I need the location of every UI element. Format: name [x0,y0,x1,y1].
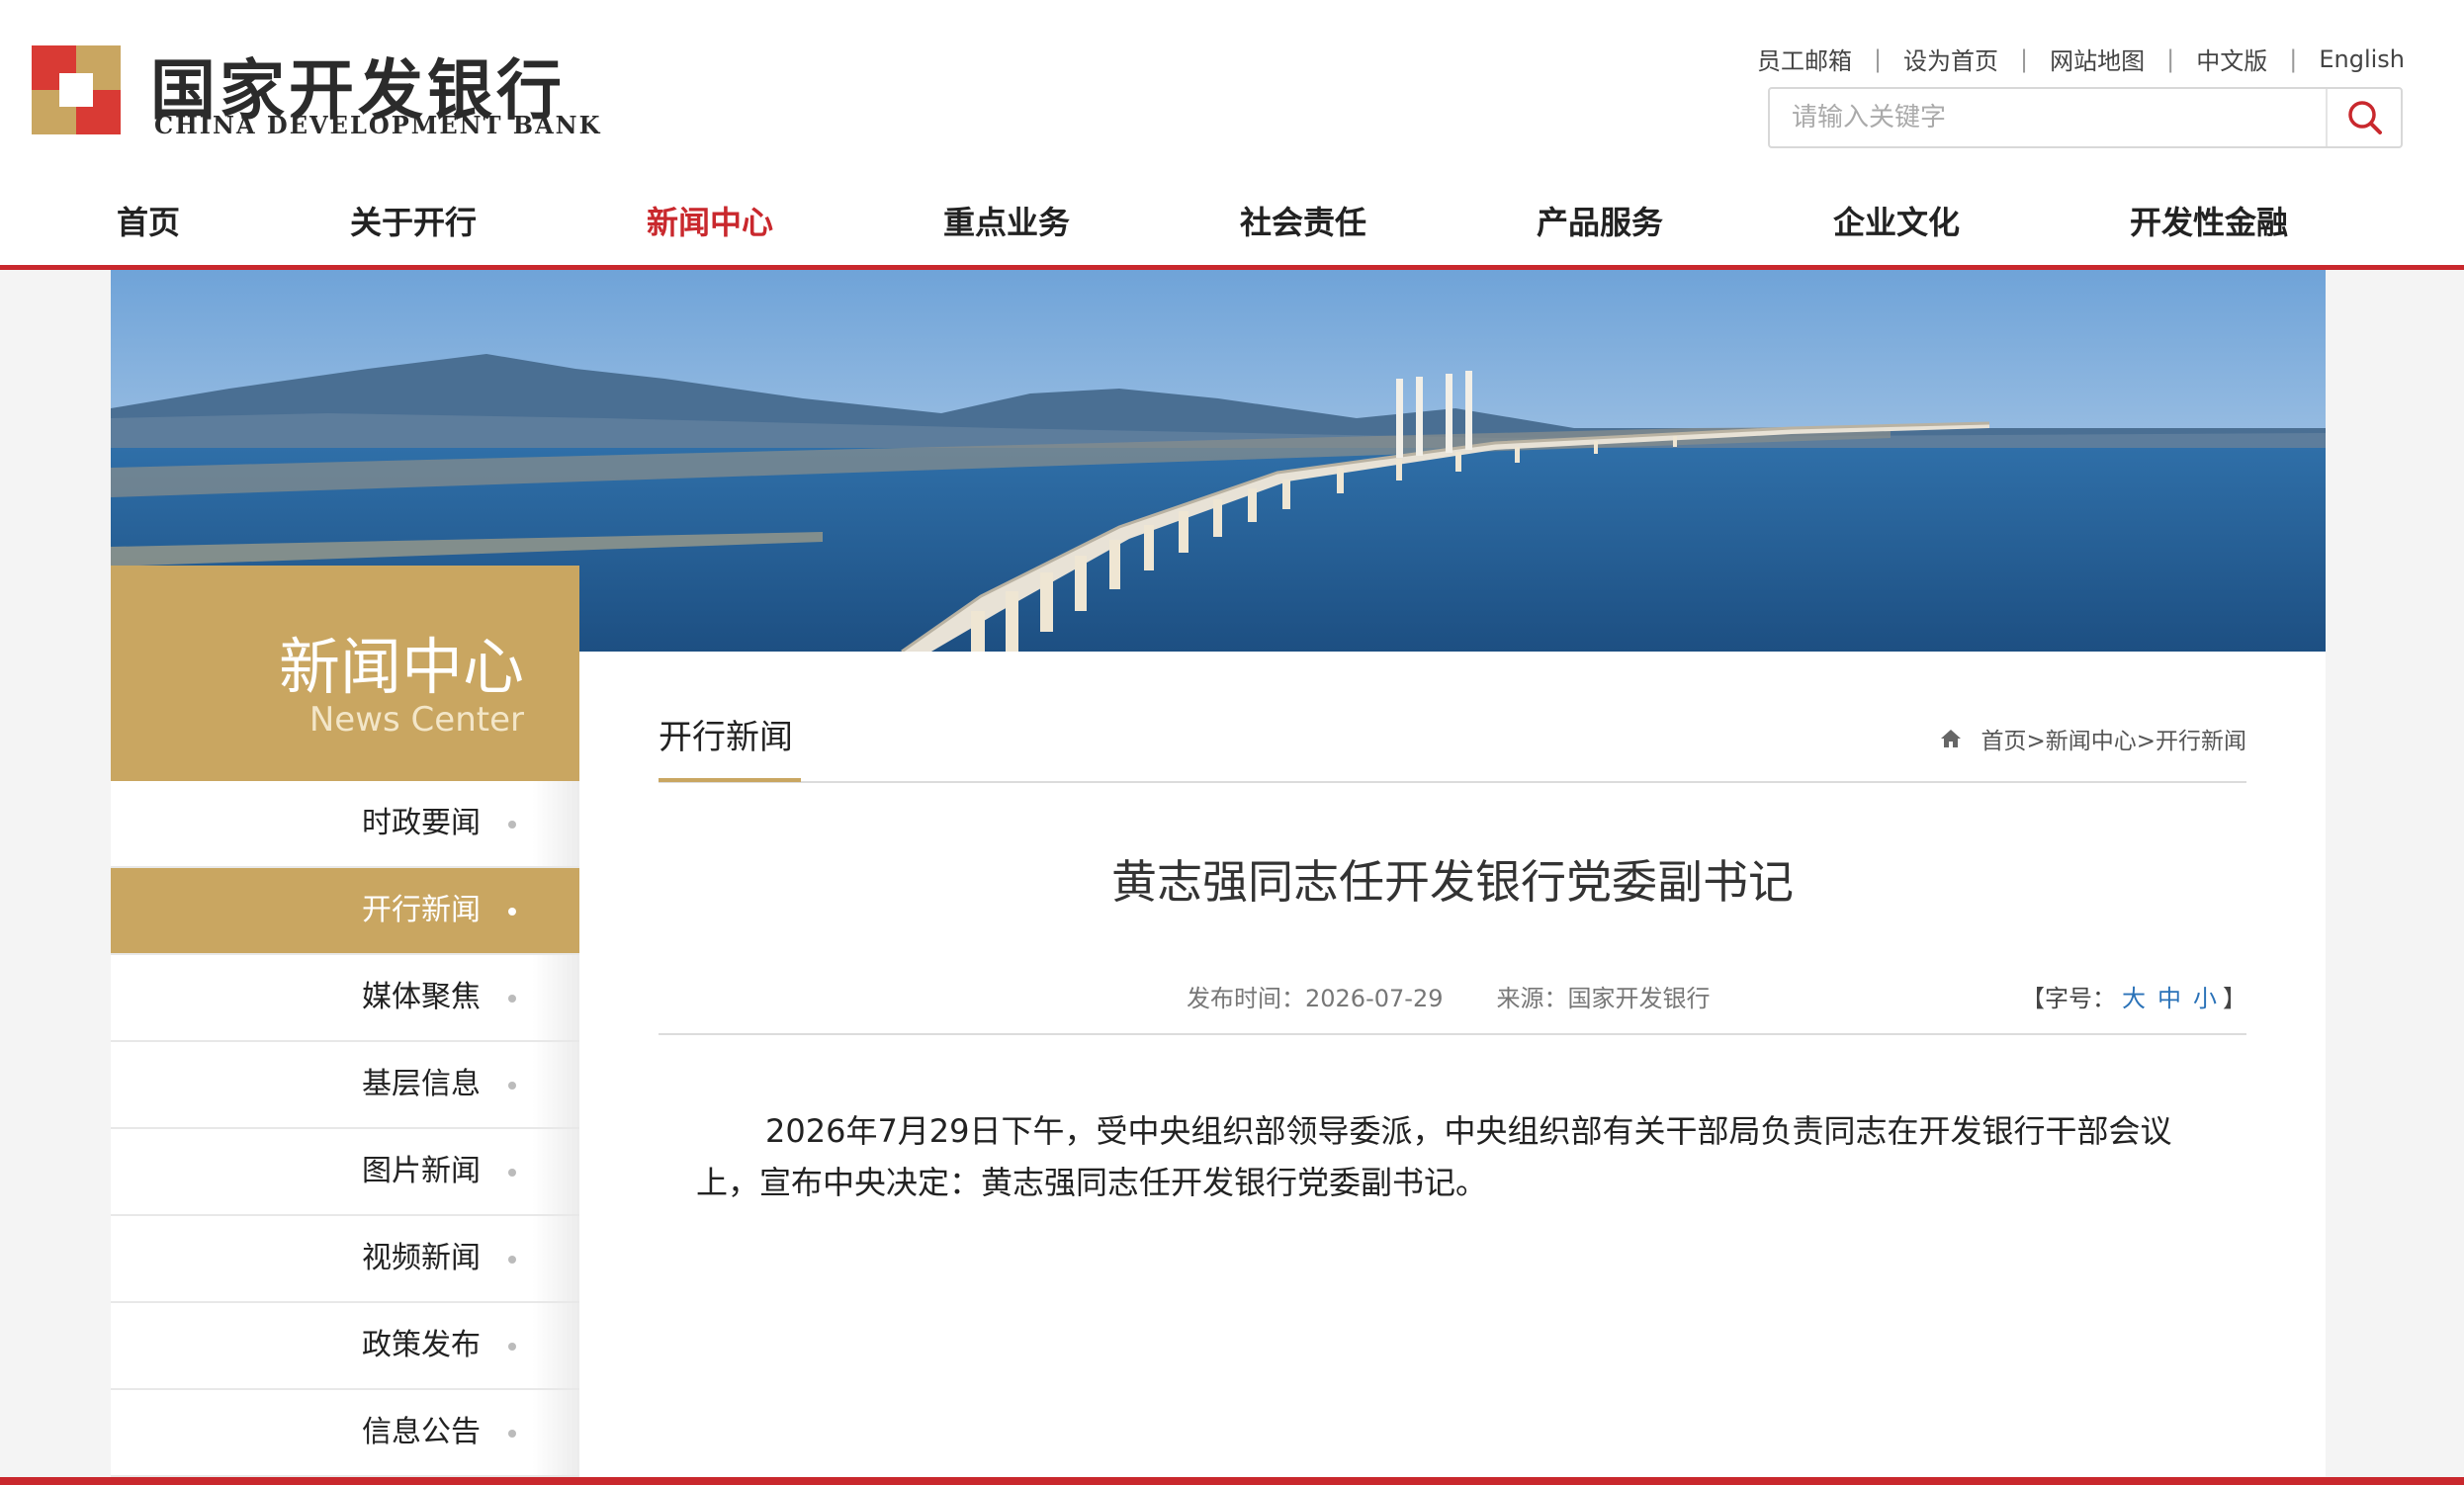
sidebar-item-label: 信息公告 [362,1415,481,1449]
sidebar-item-politics[interactable]: 时政要闻 [111,781,579,868]
nav-item-about[interactable]: 关于开行 [350,180,477,265]
sidebar-item-label: 视频新闻 [362,1241,481,1275]
bullet-icon [508,1430,516,1438]
main-nav: 首页 关于开行 新闻中心 重点业务 社会责任 产品服务 企业文化 开发性金融 [0,180,2464,270]
breadcrumb: 首页>新闻中心>开行新闻 [1939,722,2246,755]
home-icon[interactable] [1939,728,1963,749]
sidebar-item-photo-news[interactable]: 图片新闻 [111,1129,579,1216]
site-map-link[interactable]: 网站地图 [2050,42,2145,76]
sidebar-item-video-news[interactable]: 视频新闻 [111,1216,579,1303]
top-links: 员工邮箱 | 设为首页 | 网站地图 | 中文版 | English [1757,42,2405,76]
sidebar-item-label: 基层信息 [362,1067,481,1101]
font-size-label: 【字号： [2021,985,2116,1012]
section-title: 开行新闻 [659,718,793,757]
site-header: 国家开发银行 CHINA DEVELOPMENT BANK 员工邮箱 | 设为首… [0,0,2464,180]
nav-item-home[interactable]: 首页 [117,180,180,265]
bullet-icon [508,821,516,829]
source-info: 来源：国家开发银行 [1496,985,1710,1012]
logo-name-en[interactable]: CHINA DEVELOPMENT BANK [154,111,601,139]
article-meta: 发布时间：2026-07-29 来源：国家开发银行 [1187,979,1710,1013]
separator: | [2166,44,2175,73]
staff-mail-link[interactable]: 员工邮箱 [1757,42,1852,76]
sidebar-item-branch-info[interactable]: 基层信息 [111,1042,579,1129]
cdb-logo-icon[interactable] [32,45,121,134]
source-label: 来源： [1496,985,1568,1012]
bullet-icon [508,1169,516,1177]
sidebar-item-label: 时政要闻 [362,806,481,840]
separator: | [1873,44,1883,73]
font-size-large-button[interactable]: 大 [2122,985,2146,1012]
search-icon [2348,101,2382,134]
search-box [1768,87,2403,148]
nav-item-news-center[interactable]: 新闻中心 [647,180,773,265]
sidebar-item-policy-release[interactable]: 政策发布 [111,1303,579,1390]
separator: | [2020,44,2029,73]
publish-info: 发布时间：2026-07-29 [1187,985,1443,1012]
source-name: 国家开发银行 [1567,985,1711,1012]
sidebar-item-label: 图片新闻 [362,1154,481,1188]
publish-date: 2026-07-29 [1305,985,1444,1012]
nav-item-social-responsibility[interactable]: 社会责任 [1240,180,1366,265]
sidebar-item-label: 开行新闻 [362,893,481,927]
sidebar-header: 新闻中心 News Center [111,566,579,781]
separator: | [2289,44,2298,73]
sidebar-item-announcements[interactable]: 信息公告 [111,1390,579,1477]
bullet-icon [508,995,516,1003]
font-size-control: 【字号：大中小】 [2021,979,2246,1013]
chinese-version-link[interactable]: 中文版 [2196,42,2267,76]
meta-divider [659,1033,2246,1035]
search-input[interactable] [1770,89,2324,146]
breadcrumb-path[interactable]: 首页>新闻中心>开行新闻 [1980,722,2246,755]
search-button[interactable] [2326,89,2401,146]
section-divider [659,781,2246,783]
sidebar-item-media-focus[interactable]: 媒体聚焦 [111,955,579,1042]
sidebar-item-label: 政策发布 [362,1328,481,1362]
font-size-small-button[interactable]: 小 [2193,985,2217,1012]
sidebar-item-cdb-news[interactable]: 开行新闻 [111,868,579,955]
nav-item-development-finance[interactable]: 开发性金融 [2130,180,2288,265]
font-size-bracket: 】 [2223,985,2246,1012]
publish-label: 发布时间： [1187,985,1305,1012]
sidebar-title-en: News Center [308,700,524,740]
english-version-link[interactable]: English [2319,45,2405,73]
font-size-medium-button[interactable]: 中 [2157,985,2181,1012]
set-home-link[interactable]: 设为首页 [1903,42,1998,76]
sidebar-item-label: 媒体聚焦 [362,980,481,1014]
nav-item-key-business[interactable]: 重点业务 [943,180,1070,265]
sidebar-menu: 时政要闻 开行新闻 媒体聚焦 基层信息 图片新闻 视频新闻 政策发布 信息公告 [111,781,579,1477]
article-body: 2026年7月29日下午，受中央组织部领导委派，中央组织部有关干部局负责同志在开… [696,1112,2172,1201]
nav-item-products[interactable]: 产品服务 [1537,180,1663,265]
article-title: 黄志强同志任开发银行党委副书记 [1111,855,1794,909]
sidebar-title-cn: 新闻中心 [278,631,524,703]
bullet-icon [508,1256,516,1264]
bullet-icon [508,908,516,916]
bullet-icon [508,1343,516,1351]
section-title-underline [659,778,801,782]
bullet-icon [508,1082,516,1090]
footer-accent-line [0,1477,2464,1485]
nav-item-culture[interactable]: 企业文化 [1833,180,1960,265]
